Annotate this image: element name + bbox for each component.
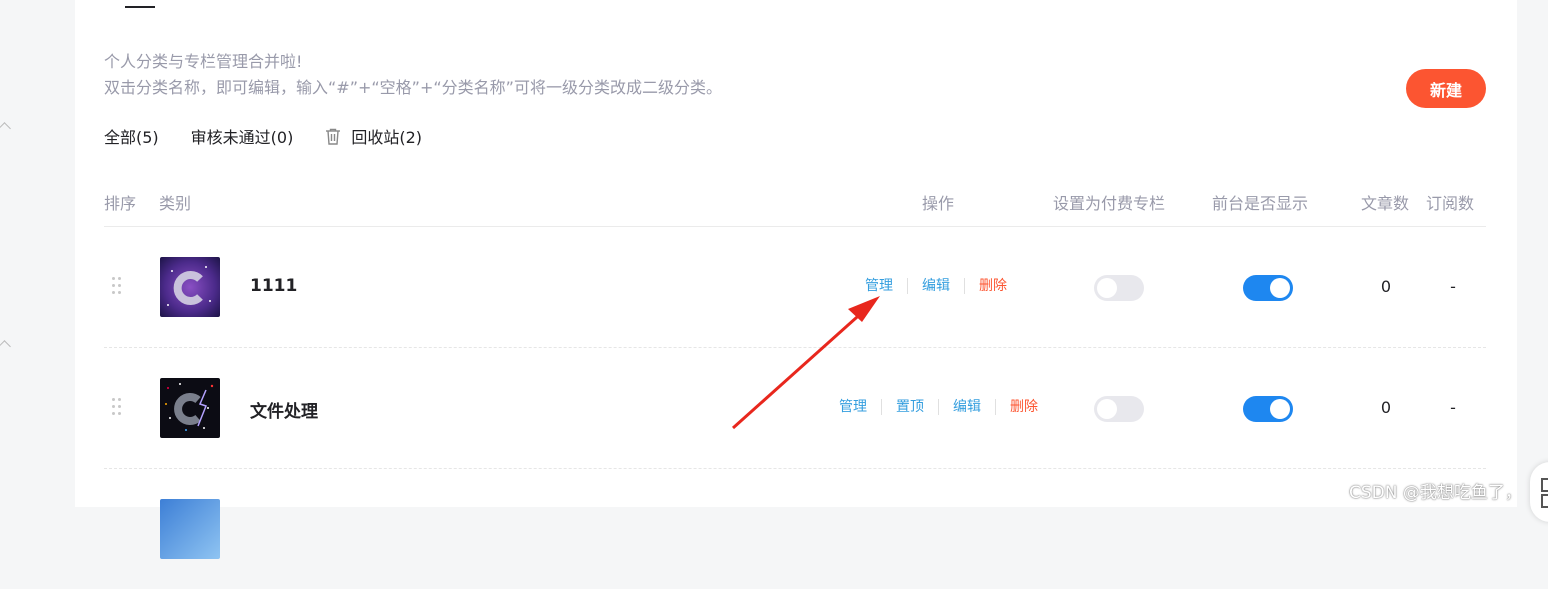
- table-row: 文件处理 管理 置顶 编辑 删除 0 -: [104, 348, 1486, 469]
- delete-link[interactable]: 删除: [964, 278, 1021, 294]
- toggle-knob: [1097, 399, 1117, 419]
- edit-link[interactable]: 编辑: [938, 399, 995, 415]
- drag-handle-icon[interactable]: [112, 398, 122, 418]
- manage-link[interactable]: 管理: [865, 278, 907, 294]
- edit-link[interactable]: 编辑: [907, 278, 964, 294]
- category-name[interactable]: 1111: [250, 276, 297, 296]
- table-header: 排序 类别 操作 设置为付费专栏 前台是否显示 文章数 订阅数: [104, 188, 1486, 227]
- article-count: 0: [1380, 398, 1392, 417]
- visibility-toggle[interactable]: [1243, 275, 1293, 301]
- toggle-knob: [1270, 278, 1290, 298]
- header-sort: 排序: [104, 194, 137, 213]
- row-actions: 管理 编辑 删除: [865, 278, 1021, 294]
- notice-text: 个人分类与专栏管理合并啦! 双击分类名称，即可编辑，输入“#”+“空格”+“分类…: [104, 49, 722, 101]
- left-gutter: [0, 0, 75, 507]
- paid-column-toggle[interactable]: [1094, 275, 1144, 301]
- table-row: [104, 469, 1486, 589]
- category-thumbnail: [160, 257, 220, 317]
- collapse-arrow-icon[interactable]: [0, 122, 11, 135]
- notice-line-2: 双击分类名称，即可编辑，输入“#”+“空格”+“分类名称”可将一级分类改成二级分…: [104, 78, 722, 97]
- filter-rejected[interactable]: 审核未通过(0): [191, 124, 294, 148]
- filter-recycle-bin[interactable]: 回收站(2): [325, 124, 422, 148]
- header-articles: 文章数: [1361, 194, 1410, 213]
- subscription-count: -: [1450, 277, 1456, 296]
- watermark: CSDN @我想吃鱼了，: [1349, 483, 1522, 503]
- toggle-knob: [1097, 278, 1117, 298]
- qr-icon: [1541, 494, 1548, 508]
- header-subscriptions: 订阅数: [1426, 194, 1475, 213]
- drag-handle-icon[interactable]: [112, 277, 122, 297]
- active-tab-indicator: [125, 6, 155, 8]
- category-name[interactable]: 文件处理: [250, 397, 318, 422]
- header-actions: 操作: [922, 194, 955, 213]
- qr-widget[interactable]: [1530, 462, 1548, 522]
- pin-top-link[interactable]: 置顶: [881, 399, 938, 415]
- category-thumbnail: [160, 378, 220, 438]
- delete-link[interactable]: 删除: [995, 399, 1052, 415]
- header-visible: 前台是否显示: [1212, 194, 1309, 213]
- right-strip: [1517, 0, 1548, 507]
- header-category: 类别: [159, 194, 192, 213]
- filter-recycle-bin-label: 回收站(2): [351, 128, 423, 147]
- article-count: 0: [1380, 277, 1392, 296]
- subscription-count: -: [1450, 398, 1456, 417]
- header-paid-column: 设置为付费专栏: [1053, 194, 1166, 213]
- manage-link[interactable]: 管理: [839, 399, 881, 415]
- notice-line-1: 个人分类与专栏管理合并啦!: [104, 52, 303, 71]
- category-management-panel: 个人分类与专栏管理合并啦! 双击分类名称，即可编辑，输入“#”+“空格”+“分类…: [75, 0, 1517, 559]
- filter-all[interactable]: 全部(5): [104, 124, 159, 148]
- trash-icon: [325, 128, 341, 145]
- toggle-knob: [1270, 399, 1290, 419]
- new-category-button[interactable]: 新建: [1406, 69, 1486, 108]
- visibility-toggle[interactable]: [1243, 396, 1293, 422]
- collapse-arrow-icon[interactable]: [0, 340, 11, 353]
- row-actions: 管理 置顶 编辑 删除: [839, 399, 1052, 415]
- table-row: 1111 管理 编辑 删除 0 -: [104, 227, 1486, 348]
- filter-tabs: 全部(5) 审核未通过(0) 回收站(2): [104, 124, 454, 148]
- category-thumbnail: [160, 499, 220, 559]
- qr-icon: [1541, 478, 1548, 492]
- paid-column-toggle[interactable]: [1094, 396, 1144, 422]
